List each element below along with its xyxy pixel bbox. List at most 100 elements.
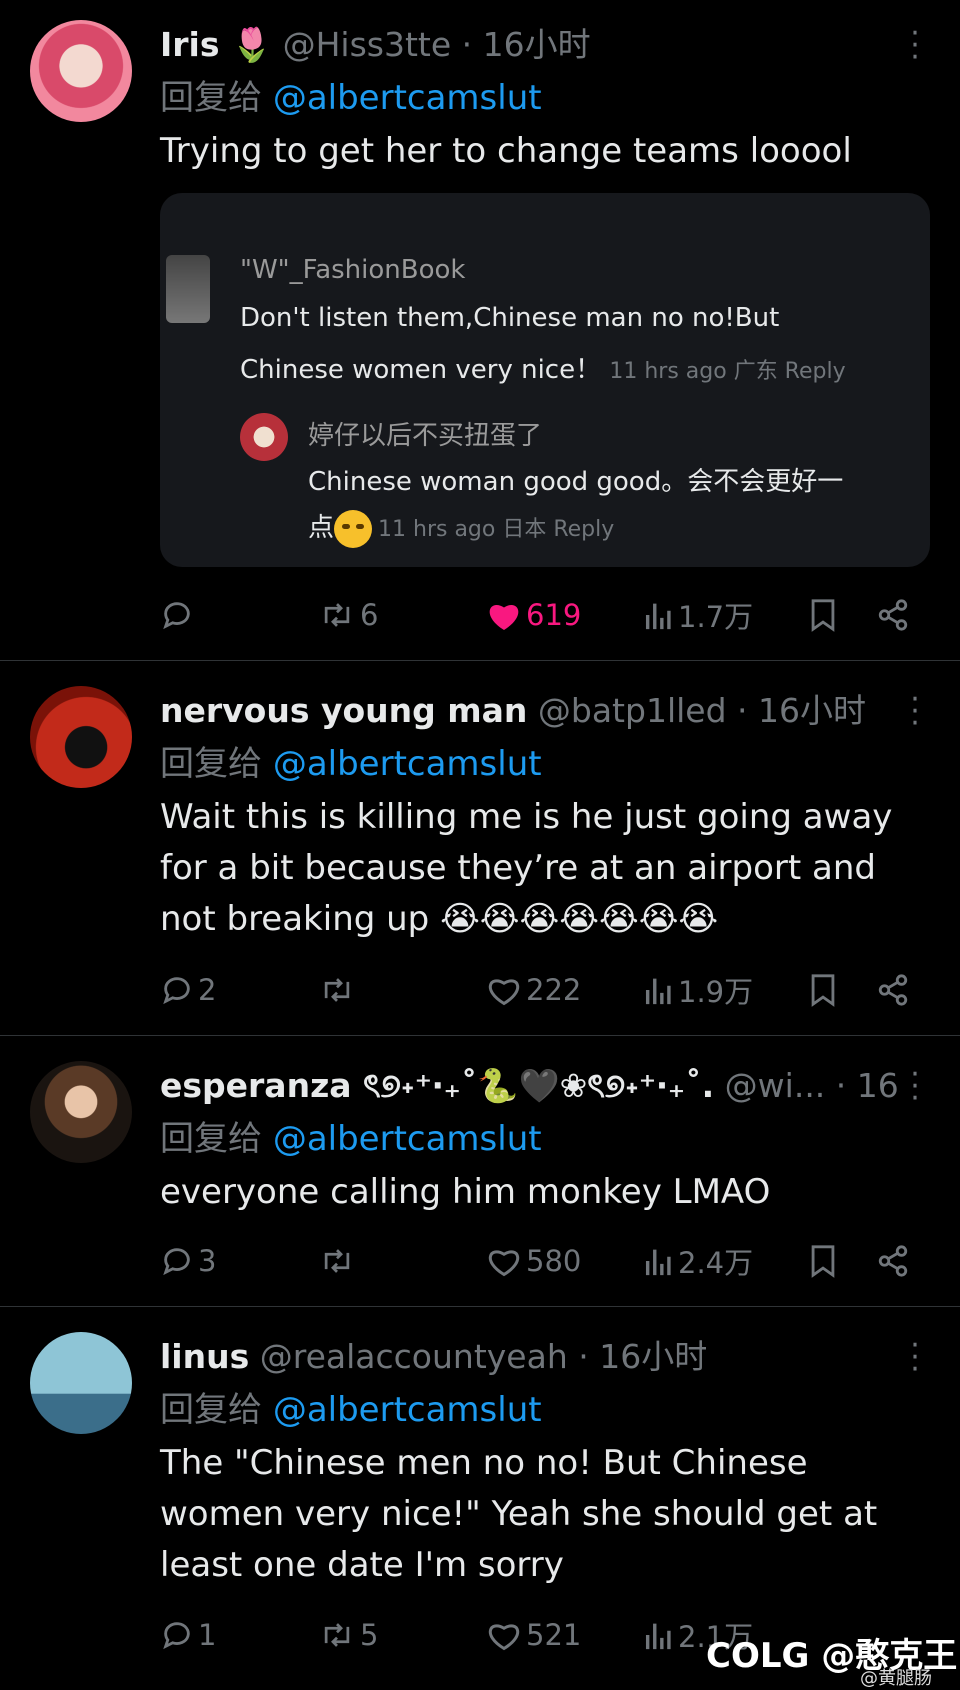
- comment-text-line: Chinese women very nice！ 11 hrs ago 广东 R…: [240, 349, 846, 386]
- author-handle-time[interactable]: @batp1lled · 16小时: [538, 691, 866, 730]
- bookmark-icon: [811, 599, 835, 632]
- bookmark-icon: [811, 1245, 835, 1278]
- retweet-button[interactable]: 6: [318, 592, 378, 638]
- tweet-actions: 2 222 1.9万: [160, 967, 920, 1013]
- reply-to-mention[interactable]: @albertcamslut: [273, 1119, 542, 1159]
- retweet-button[interactable]: 5: [318, 1612, 378, 1658]
- share-button[interactable]: [876, 1238, 910, 1284]
- retweet-count: 5: [360, 1618, 379, 1652]
- views-icon: [645, 1623, 671, 1650]
- tweet[interactable]: Iris 🌷 @Hiss3tte · 16小时 · · · 回复给 @albertc…: [0, 0, 960, 661]
- avatar[interactable]: [30, 1061, 132, 1163]
- views-button[interactable]: 1.7万: [644, 592, 753, 638]
- reply-button[interactable]: [160, 592, 198, 638]
- views-button[interactable]: 1.9万: [644, 967, 753, 1013]
- views-icon: [645, 603, 671, 630]
- view-count: 1.9万: [678, 975, 754, 1009]
- tweet-text: Trying to get her to change teams looool: [160, 131, 852, 171]
- reply-icon: [163, 602, 190, 630]
- reply-to-line: 回复给 @albertcamslut: [160, 736, 542, 785]
- heart-icon: [489, 979, 519, 1006]
- reply-icon: [163, 977, 190, 1005]
- retweet-count: 6: [360, 598, 379, 632]
- reply-prefix: 回复给: [160, 744, 273, 784]
- reply-to-mention[interactable]: @albertcamslut: [273, 744, 542, 784]
- comment-text: 点: [308, 513, 335, 543]
- reply-prefix: 回复给: [160, 1119, 273, 1159]
- bookmark-button[interactable]: [808, 967, 838, 1013]
- comment-text-line: Chinese woman good good。会不会更好一: [308, 467, 844, 497]
- commenter-name: "W"_FashionBook: [240, 255, 466, 285]
- like-button[interactable]: 521: [486, 1612, 581, 1658]
- tweet[interactable]: esperanza ৎ୭˖⁺‧₊˚🐍🖤❀ৎ୭˖⁺‧₊˚. @wi... · 16…: [0, 1035, 960, 1307]
- quoted-screenshot[interactable]: "W"_FashionBook Don't listen them,Chines…: [160, 193, 930, 567]
- share-icon: [878, 1245, 908, 1277]
- reply-to-line: 回复给 @albertcamslut: [160, 1382, 542, 1431]
- reply-prefix: 回复给: [160, 1390, 273, 1430]
- heart-icon: [489, 604, 519, 630]
- tweet-text: The "Chinese men no no! But Chinese wome…: [160, 1443, 878, 1585]
- retweet-icon: [324, 978, 350, 1002]
- tweet-actions: 3 580 2.4万: [160, 1238, 920, 1284]
- emoji-icon: [334, 509, 373, 548]
- avatar[interactable]: [30, 1332, 132, 1434]
- reply-to-mention[interactable]: @albertcamslut: [273, 1390, 542, 1430]
- reply-icon: [163, 1248, 190, 1276]
- share-button[interactable]: [876, 592, 910, 638]
- more-icon[interactable]: · · ·: [910, 1331, 920, 1385]
- reply-button[interactable]: 3: [160, 1238, 216, 1284]
- commenter-avatar: [166, 255, 210, 323]
- author-name[interactable]: esperanza ৎ୭˖⁺‧₊˚🐍🖤❀ৎ୭˖⁺‧₊˚.: [160, 1066, 714, 1105]
- author-handle-time[interactable]: @Hiss3tte · 16小时: [283, 25, 591, 64]
- retweet-button[interactable]: [318, 1238, 360, 1284]
- author-name[interactable]: linus: [160, 1337, 249, 1376]
- like-button[interactable]: 222: [486, 967, 581, 1013]
- avatar[interactable]: [30, 686, 132, 788]
- avatar[interactable]: [30, 20, 132, 122]
- tweet-text: Wait this is killing me is he just going…: [160, 797, 893, 939]
- author-handle-time[interactable]: @wi... · 16小时: [725, 1066, 900, 1105]
- commenter-name: 婷仔以后不买扭蛋了: [308, 421, 543, 451]
- retweet-icon: [324, 1623, 350, 1647]
- more-icon[interactable]: · · ·: [910, 685, 920, 739]
- like-count: 222: [526, 973, 582, 1007]
- views-icon: [645, 978, 671, 1005]
- tweet-actions: 6 619 1.7万: [160, 592, 920, 638]
- comment-text-line: Don't listen them,Chinese man no no!But: [240, 303, 780, 333]
- view-count: 1.7万: [678, 600, 754, 634]
- reply-count: 1: [198, 1618, 217, 1652]
- tweet[interactable]: nervous young man @batp1lled · 16小时 · · · …: [0, 660, 960, 1036]
- retweet-button[interactable]: [318, 967, 360, 1013]
- more-icon[interactable]: · · ·: [910, 19, 920, 73]
- author-handle-time[interactable]: @realaccountyeah · 16小时: [260, 1337, 707, 1376]
- comment-meta: 11 hrs ago 日本 Reply: [378, 517, 615, 542]
- reply-to-mention[interactable]: @albertcamslut: [273, 78, 542, 118]
- views-button[interactable]: 2.4万: [644, 1238, 753, 1284]
- reply-to-line: 回复给 @albertcamslut: [160, 1111, 542, 1160]
- share-icon: [878, 974, 908, 1006]
- views-icon: [645, 1249, 671, 1276]
- comment-text: Chinese women very nice！: [240, 355, 602, 385]
- author-name[interactable]: Iris 🌷: [160, 25, 272, 64]
- like-button[interactable]: 619: [486, 592, 581, 638]
- like-button[interactable]: 580: [486, 1238, 581, 1284]
- like-count: 619: [526, 598, 582, 632]
- bookmark-button[interactable]: [808, 1238, 838, 1284]
- reply-icon: [163, 1622, 190, 1650]
- bookmark-button[interactable]: [808, 592, 838, 638]
- reply-count: 3: [198, 1244, 217, 1278]
- more-icon[interactable]: · · ·: [910, 1060, 920, 1114]
- comment-text-line: 点 11 hrs ago 日本 Reply: [308, 507, 614, 548]
- share-button[interactable]: [876, 967, 910, 1013]
- tweet-header: linus @realaccountyeah · 16小时: [160, 1330, 900, 1378]
- reply-to-line: 回复给 @albertcamslut: [160, 70, 542, 119]
- heart-icon: [489, 1250, 519, 1277]
- reply-button[interactable]: 2: [160, 967, 216, 1013]
- tweet-header: nervous young man @batp1lled · 16小时: [160, 684, 900, 732]
- reply-button[interactable]: 1: [160, 1612, 216, 1658]
- author-name[interactable]: nervous young man: [160, 691, 527, 730]
- tweet-header: esperanza ৎ୭˖⁺‧₊˚🐍🖤❀ৎ୭˖⁺‧₊˚. @wi... · 16…: [160, 1059, 900, 1116]
- retweet-icon: [324, 603, 350, 627]
- commenter-avatar: [240, 413, 288, 461]
- heart-icon: [489, 1624, 519, 1651]
